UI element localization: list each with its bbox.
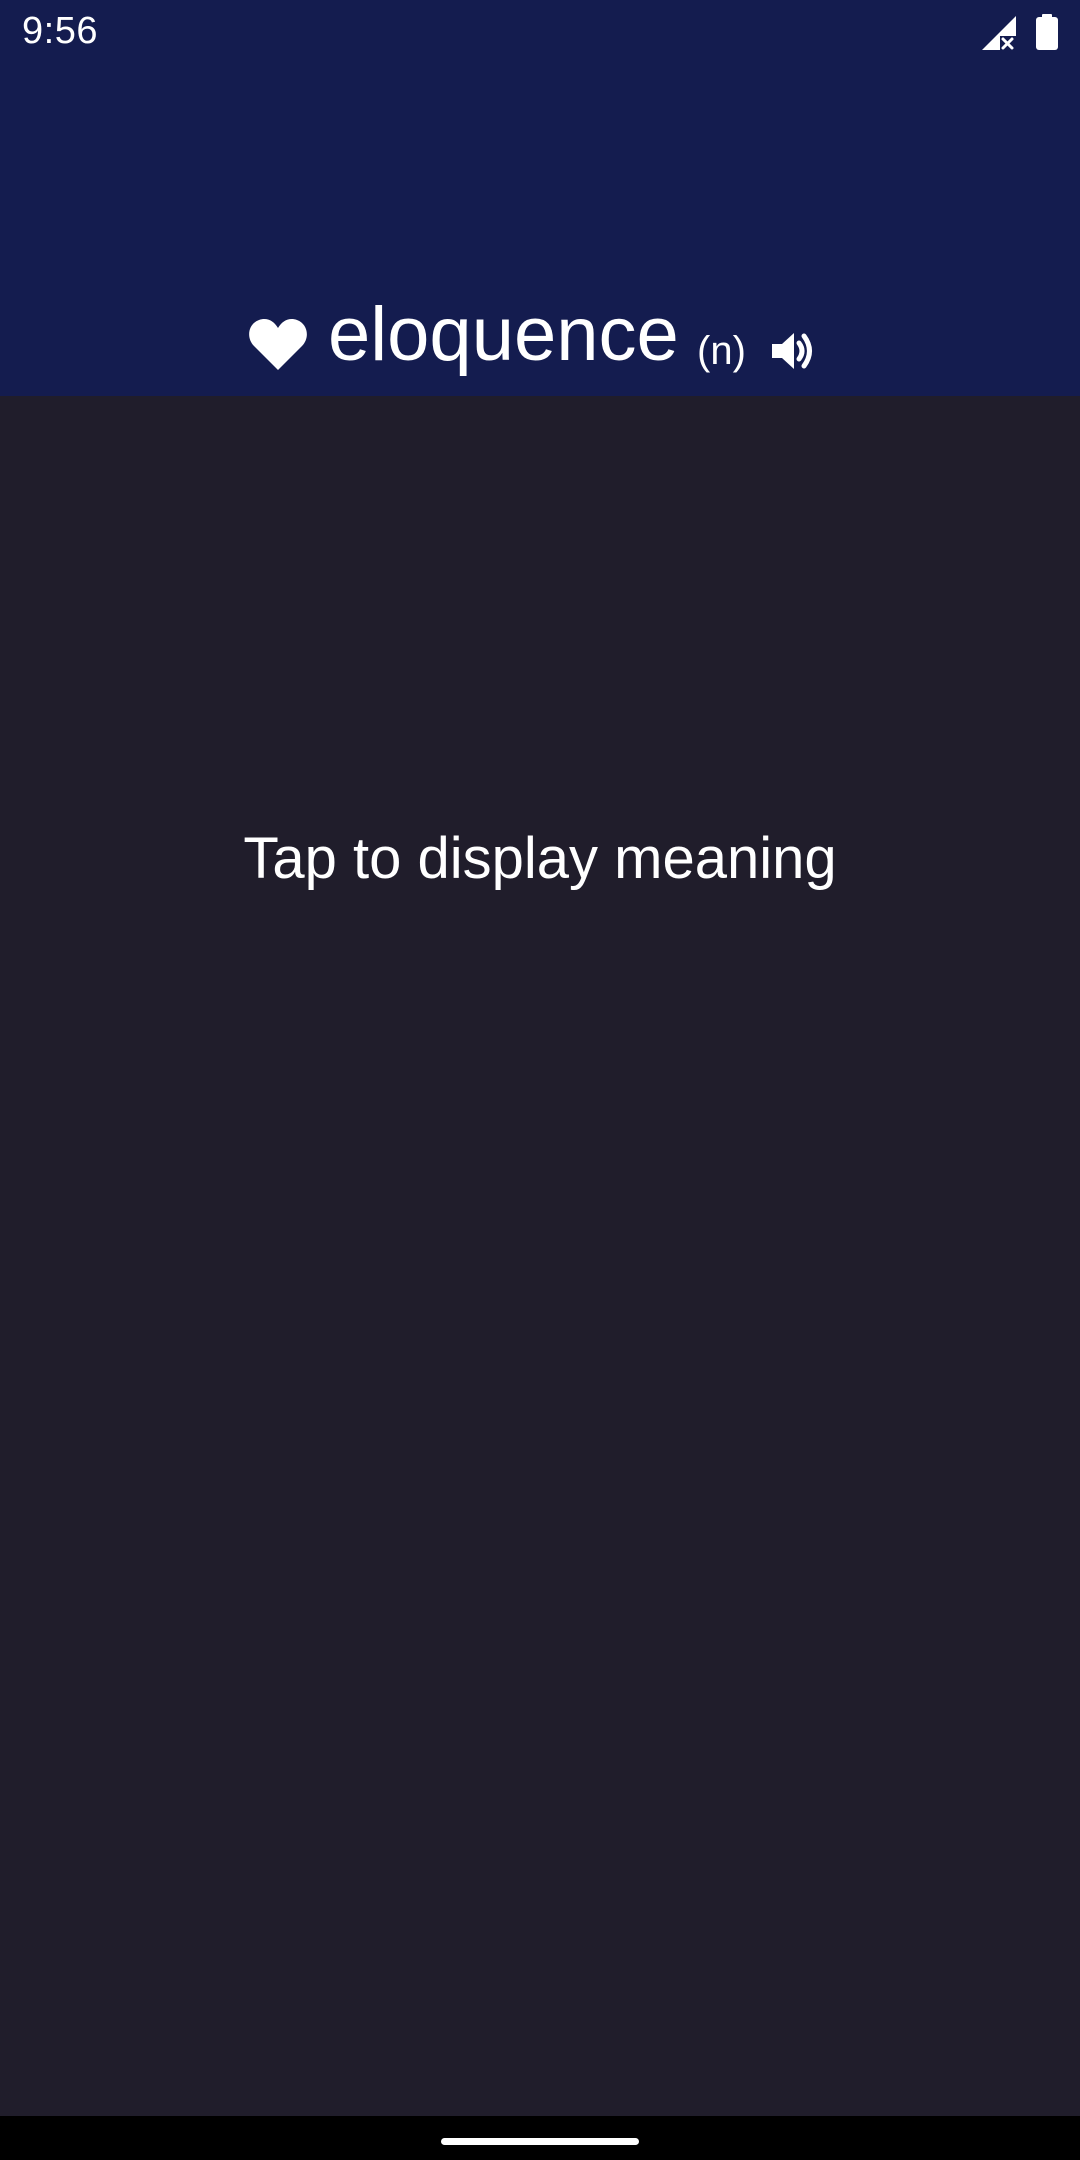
- part-of-speech: (n): [697, 329, 746, 373]
- home-gesture-handle[interactable]: [441, 2138, 639, 2145]
- word-row: eloquence (n): [0, 290, 1080, 380]
- flashcard-screen: 9:56 eloquence (n) Tap to display meanin…: [0, 0, 1080, 2160]
- speaker-icon[interactable]: [770, 328, 816, 374]
- meaning-prompt: Tap to display meaning: [243, 826, 837, 891]
- meaning-tap-area[interactable]: Tap to display meaning: [0, 396, 1080, 2116]
- signal-no-service-icon: [982, 16, 1016, 50]
- heart-icon[interactable]: [249, 318, 307, 370]
- status-time: 9:56: [22, 10, 98, 52]
- word-header: 9:56 eloquence (n): [0, 0, 1080, 396]
- word-title: eloquence: [328, 292, 679, 377]
- status-bar: 9:56: [0, 0, 1080, 66]
- battery-full-icon: [1036, 14, 1058, 50]
- navigation-bar: [0, 2116, 1080, 2160]
